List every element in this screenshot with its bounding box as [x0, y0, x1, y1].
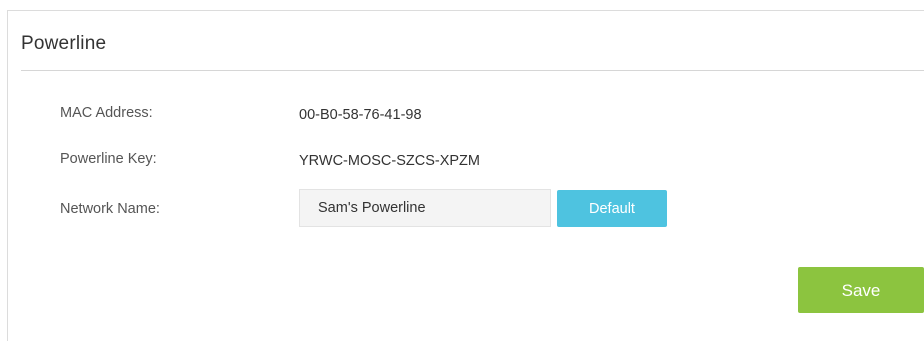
network-name-input[interactable] [299, 189, 551, 227]
powerline-key-value: YRWC-MOSC-SZCS-XPZM [299, 153, 480, 169]
default-button[interactable]: Default [557, 190, 667, 227]
network-name-label: Network Name: [60, 201, 160, 217]
powerline-key-label: Powerline Key: [60, 151, 157, 167]
mac-address-value: 00-B0-58-76-41-98 [299, 107, 422, 123]
save-button[interactable]: Save [798, 267, 924, 313]
powerline-panel: Powerline MAC Address: 00-B0-58-76-41-98… [7, 10, 924, 341]
section-title: Powerline [21, 33, 107, 54]
mac-address-label: MAC Address: [60, 105, 153, 121]
title-divider [21, 70, 924, 71]
